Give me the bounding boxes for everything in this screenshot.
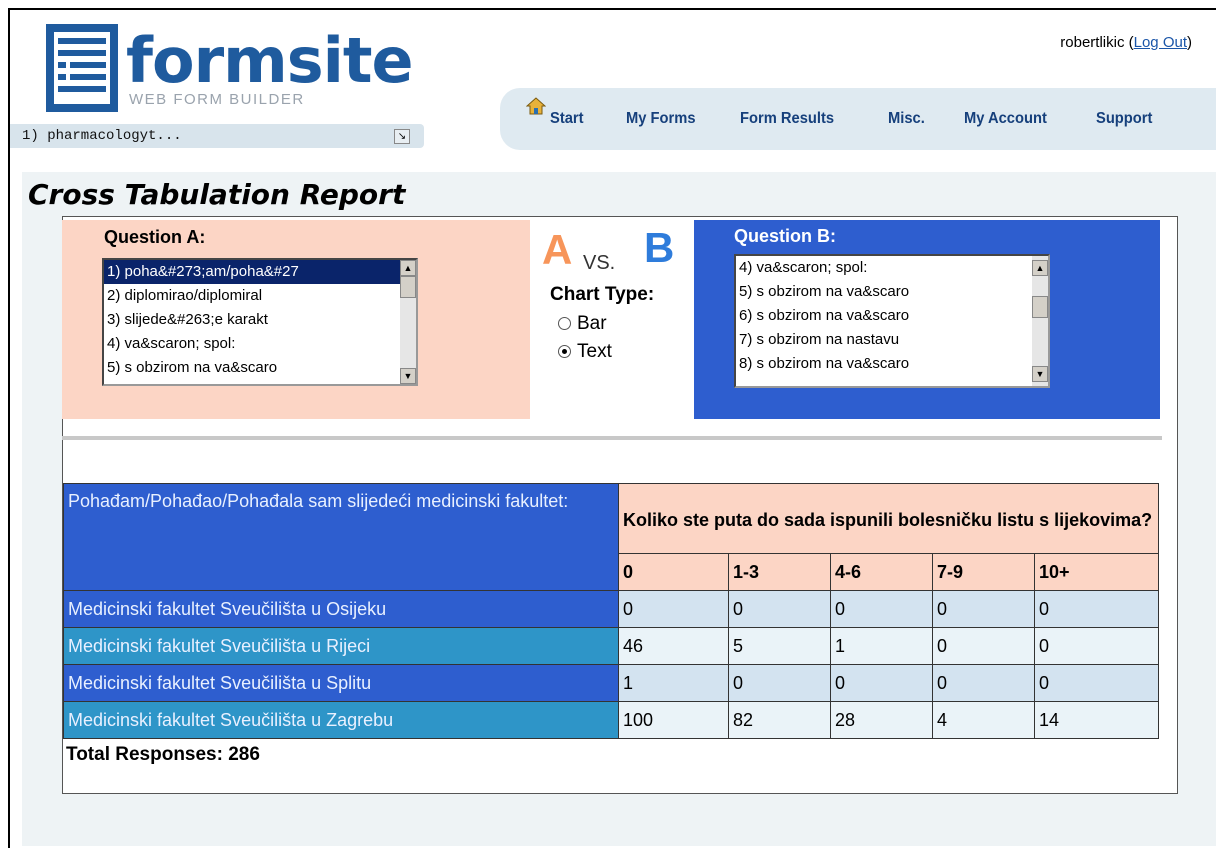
brand-tagline: WEB FORM BUILDER <box>129 91 305 108</box>
nav-support[interactable]: Support <box>1096 110 1152 128</box>
logout-link[interactable]: Log Out <box>1134 34 1187 51</box>
column-category: 4-6 <box>830 553 933 591</box>
chart-type-bar[interactable]: Bar <box>558 313 607 335</box>
question-b-listbox[interactable]: 4) va&scaron; spol: 5) s obzirom na va&s… <box>734 254 1050 388</box>
table-cell: 0 <box>830 590 933 628</box>
question-a-scrollbar[interactable]: ▲ ▼ <box>400 260 416 384</box>
nav-form-results[interactable]: Form Results <box>740 110 834 128</box>
row-label: Medicinski fakultet Sveučilišta u Splitu <box>63 664 619 702</box>
form-selector[interactable]: 1) pharmacologyt... ↘ <box>10 124 424 148</box>
column-category: 0 <box>618 553 729 591</box>
question-a-option[interactable]: 4) va&scaron; spol: <box>104 332 416 356</box>
scroll-up-icon[interactable]: ▲ <box>1032 260 1048 276</box>
main-nav: Start My Forms Form Results Misc. My Acc… <box>500 88 1216 150</box>
question-b-option[interactable]: 6) s obzirom na va&scaro <box>736 304 1048 328</box>
scroll-thumb[interactable] <box>400 276 416 298</box>
question-a-option[interactable]: 5) s obzirom na va&scaro <box>104 356 416 380</box>
chart-type-label: Chart Type: <box>550 284 655 305</box>
table-cell: 5 <box>728 627 831 665</box>
table-cell: 46 <box>618 627 729 665</box>
table-cell: 28 <box>830 701 933 739</box>
table-cell: 0 <box>932 627 1035 665</box>
radio-icon[interactable] <box>558 317 571 331</box>
home-icon <box>526 97 546 115</box>
table-cell: 0 <box>1033 664 1160 702</box>
table-cell: 0 <box>830 664 933 702</box>
table-cell: 82 <box>728 701 831 739</box>
vs-label: VS. <box>583 252 616 274</box>
nav-misc[interactable]: Misc. <box>888 110 925 128</box>
column-header: Koliko ste puta do sada ispunili bolesni… <box>617 483 1160 554</box>
column-category: 10+ <box>1033 553 1160 591</box>
question-b-option[interactable]: 8) s obzirom na va&scaro <box>736 352 1048 376</box>
scroll-up-icon[interactable]: ▲ <box>400 260 416 276</box>
question-b-option[interactable]: 5) s obzirom na va&scaro <box>736 280 1048 304</box>
question-a-option[interactable]: 3) slijede&#263;e karakt <box>104 308 416 332</box>
question-a-listbox[interactable]: 1) poha&#273;am/poha&#27 2) diplomirao/d… <box>102 258 418 386</box>
table-row: Medicinski fakultet Sveučilišta u Splitu… <box>63 664 1160 702</box>
document-lines-icon <box>46 24 118 112</box>
user-status: robertlikic (Log Out) <box>1060 34 1192 51</box>
arrow-down-right-icon[interactable]: ↘ <box>394 129 410 144</box>
table-cell: 0 <box>1033 627 1160 665</box>
row-header: Pohađam/Pohađao/Pohađala sam slijedeći m… <box>63 483 619 591</box>
table-cell: 4 <box>932 701 1035 739</box>
table-row: Medicinski fakultet Sveučilišta u Osijek… <box>63 590 1160 628</box>
question-b-scrollbar[interactable]: ▲ ▼ <box>1032 256 1048 386</box>
scroll-down-icon[interactable]: ▼ <box>400 368 416 384</box>
row-label: Medicinski fakultet Sveučilišta u Rijeci <box>63 627 619 665</box>
question-a-option[interactable]: 2) diplomirao/diplomiral <box>104 284 416 308</box>
page-title: Cross Tabulation Report <box>28 178 406 211</box>
table-cell: 1 <box>830 627 933 665</box>
table-row: Medicinski fakultet Sveučilišta u Rijeci… <box>63 627 1160 665</box>
username: robertlikic <box>1060 34 1125 51</box>
column-category: 7-9 <box>932 553 1035 591</box>
brand-name: formsite <box>126 24 414 97</box>
question-a-label: Question A: <box>104 227 206 247</box>
question-b-option[interactable]: 7) s obzirom na nastavu <box>736 328 1048 352</box>
total-responses: Total Responses: 286 <box>66 744 260 765</box>
chart-type-text-label: Text <box>577 341 612 362</box>
form-selector-value: 1) pharmacologyt... <box>22 128 182 144</box>
column-category: 1-3 <box>728 553 831 591</box>
radio-checked-icon[interactable] <box>558 345 571 359</box>
table-cell: 0 <box>728 590 831 628</box>
letter-b: B <box>644 224 675 271</box>
table-row: Medicinski fakultet Sveučilišta u Zagreb… <box>63 701 1160 739</box>
table-cell: 0 <box>932 590 1035 628</box>
question-a-option[interactable]: 1) poha&#273;am/poha&#27 <box>104 260 416 284</box>
row-label: Medicinski fakultet Sveučilišta u Osijek… <box>63 590 619 628</box>
question-b-option[interactable]: 4) va&scaron; spol: <box>736 256 1048 280</box>
row-label: Medicinski fakultet Sveučilišta u Zagreb… <box>63 701 619 739</box>
nav-my-forms[interactable]: My Forms <box>626 110 696 128</box>
table-cell: 0 <box>932 664 1035 702</box>
results-table: Pohađam/Pohađao/Pohađala sam slijedeći m… <box>63 483 1160 739</box>
table-cell: 0 <box>728 664 831 702</box>
nav-start[interactable]: Start <box>550 110 584 128</box>
table-cell: 0 <box>618 590 729 628</box>
scroll-thumb[interactable] <box>1032 296 1048 318</box>
scroll-down-icon[interactable]: ▼ <box>1032 366 1048 382</box>
nav-my-account[interactable]: My Account <box>964 110 1047 128</box>
separator <box>62 436 1162 440</box>
letter-a: A <box>542 226 573 273</box>
table-cell: 14 <box>1033 701 1160 739</box>
question-b-label: Question B: <box>734 226 836 246</box>
table-cell: 1 <box>618 664 729 702</box>
table-cell: 0 <box>1033 590 1160 628</box>
chart-type-bar-label: Bar <box>577 313 607 334</box>
chart-type-text[interactable]: Text <box>558 341 612 363</box>
table-cell: 100 <box>618 701 729 739</box>
